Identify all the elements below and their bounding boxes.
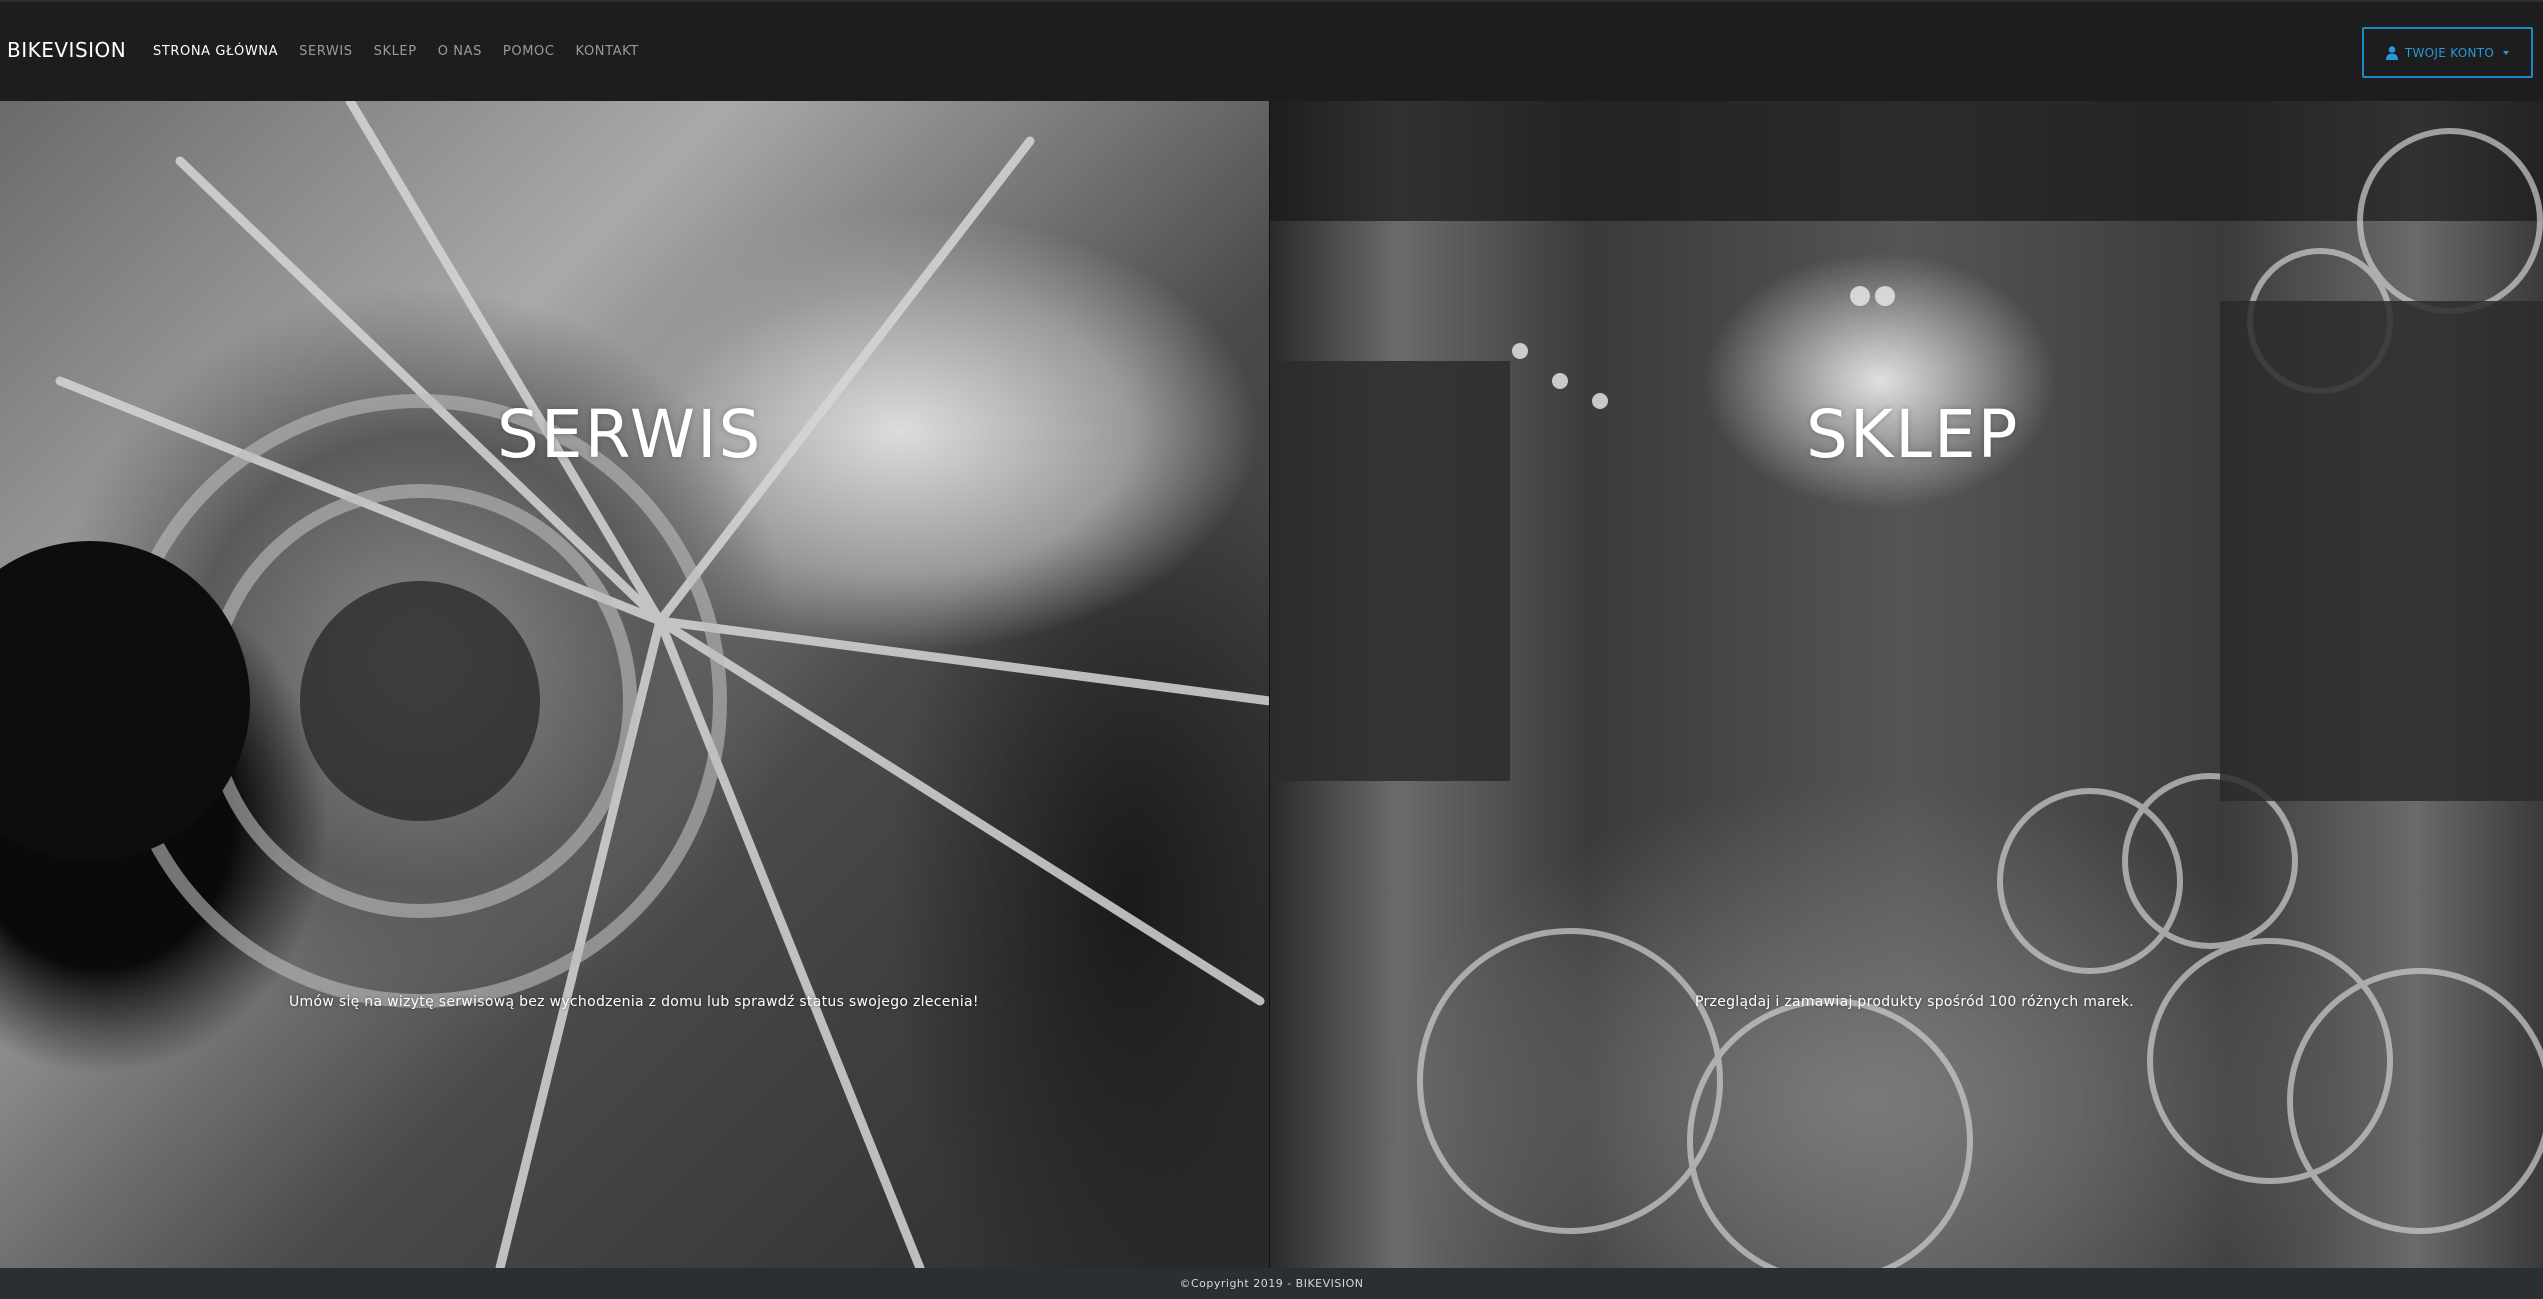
nav-link-help[interactable]: POMOC <box>503 44 555 59</box>
bicycle-wheel-hub-photo <box>0 101 1270 1268</box>
nav-links: STRONA GŁÓWNA SERWIS SKLEP O NAS POMOC K… <box>153 44 660 59</box>
shop-description: Przeglądaj i zamawiaj produkty spośród 1… <box>1695 994 2134 1010</box>
nav-link-shop[interactable]: SKLEP <box>374 44 417 59</box>
nav-link-contact[interactable]: KONTAKT <box>576 44 639 59</box>
account-button[interactable]: TWOJE KONTO <box>2362 27 2533 78</box>
service-panel[interactable]: SERWIS Umów się na wizytę serwisową bez … <box>0 101 1270 1268</box>
shop-panel[interactable]: SKLEP Przeglądaj i zamawiaj produkty spo… <box>1270 101 2543 1268</box>
account-button-label: TWOJE KONTO <box>2404 45 2495 60</box>
footer: ©Copyright 2019 - BIKEVISION <box>0 1268 2543 1299</box>
navbar: BIKEVISION STRONA GŁÓWNA SERWIS SKLEP O … <box>0 0 2543 101</box>
service-title[interactable]: SERWIS <box>497 396 762 473</box>
nav-link-service[interactable]: SERWIS <box>299 44 353 59</box>
user-icon <box>2385 45 2398 60</box>
service-description: Umów się na wizytę serwisową bez wychodz… <box>289 994 979 1010</box>
copyright-text: ©Copyright 2019 - BIKEVISION <box>1179 1277 1364 1290</box>
vintage-bicycle-shop-photo <box>1270 101 2543 1268</box>
brand-logo[interactable]: BIKEVISION <box>7 38 126 62</box>
nav-link-about[interactable]: O NAS <box>438 44 482 59</box>
nav-link-home[interactable]: STRONA GŁÓWNA <box>153 44 278 59</box>
shop-title[interactable]: SKLEP <box>1806 396 2019 473</box>
caret-down-icon <box>2503 50 2510 55</box>
